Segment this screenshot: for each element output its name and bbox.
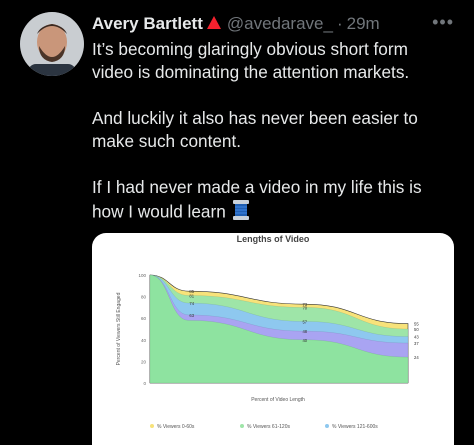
text-line: how I would learn <box>92 201 226 222</box>
data-label: 57 <box>302 319 307 324</box>
avatar[interactable] <box>20 12 84 76</box>
data-label: 70 <box>302 305 307 310</box>
more-options-icon[interactable]: ••• <box>432 12 454 33</box>
y-tick-label: 40 <box>141 338 147 343</box>
separator: · <box>336 14 343 33</box>
text-line: make such content. <box>92 131 242 151</box>
legend-label: % Viewers 121-600s <box>332 424 378 430</box>
x-axis-label: Percent of Video Length <box>251 397 305 403</box>
legend-label: % Viewers 61-120s <box>247 424 290 430</box>
legend-label: % Viewers 0-60s <box>157 424 195 430</box>
text-line-with-emoji: how I would learn <box>92 199 462 227</box>
legend-swatch <box>325 424 329 428</box>
tweet-text: It’s becoming glaringly obvious short fo… <box>92 38 462 227</box>
timestamp[interactable]: 29m <box>347 14 380 34</box>
y-tick-label: 20 <box>141 359 147 364</box>
data-label: 74 <box>189 301 194 306</box>
chart-legend: % Viewers 0-60s % Viewers 61-120s % Viewer… <box>150 424 378 430</box>
data-label: 63 <box>189 313 194 318</box>
data-label: 37 <box>414 341 419 346</box>
tweet-header: Avery Bartlett @avedarave_ · 29m ••• <box>92 12 454 36</box>
legend-swatch <box>240 424 244 428</box>
text-line: video is dominating the attention market… <box>92 62 410 82</box>
text-line: And luckily it also has never been easie… <box>92 108 418 128</box>
data-label: 55 <box>414 322 419 327</box>
legend-swatch <box>150 424 154 428</box>
author-handle[interactable]: @avedarave_ <box>227 14 333 34</box>
tweet[interactable]: Avery Bartlett @avedarave_ · 29m ••• It’… <box>0 0 474 445</box>
red-triangle-icon <box>206 14 221 34</box>
text-line: If I had never made a video in my life t… <box>92 177 422 197</box>
author-name[interactable]: Avery Bartlett <box>92 14 203 34</box>
data-label: 81 <box>189 294 194 299</box>
text-line: It’s becoming glaringly obvious short fo… <box>92 39 408 59</box>
spool-of-thread-icon <box>232 199 250 227</box>
y-axis-label: Percent of Viewers Still Engaged <box>116 292 122 365</box>
data-label: 40 <box>302 338 307 343</box>
y-tick-label: 0 <box>143 381 146 386</box>
y-tick-label: 100 <box>138 273 146 278</box>
y-tick-label: 80 <box>141 295 147 300</box>
y-tick-label: 60 <box>141 316 147 321</box>
data-label: 50 <box>414 327 419 332</box>
tweet-image[interactable]: Lengths of Video 100 80 60 40 20 0 85 73 55 81 70… <box>92 233 454 445</box>
data-label: 24 <box>414 355 419 360</box>
data-label: 48 <box>302 329 307 334</box>
data-label: 43 <box>414 335 419 340</box>
chart-title: Lengths of Video <box>237 234 310 244</box>
avatar-photo-icon <box>20 12 84 76</box>
chart: Lengths of Video 100806040200 8573558170… <box>116 234 419 430</box>
